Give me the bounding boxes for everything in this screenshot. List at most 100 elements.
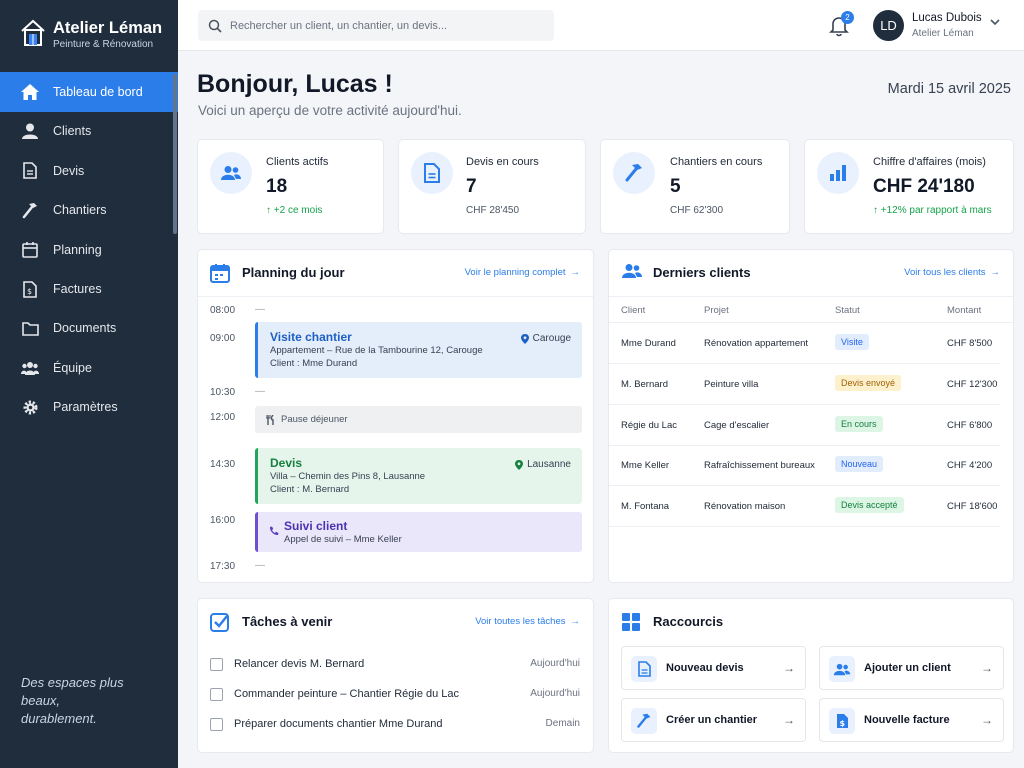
stat-value: 7 xyxy=(466,176,477,197)
shortcut-new-quote[interactable]: Nouveau devis → xyxy=(621,646,806,690)
time-slot: 17:30 xyxy=(210,561,236,572)
brand[interactable]: Atelier Léman Peinture & Rénovation xyxy=(20,18,162,51)
project-name: Peinture villa xyxy=(704,379,759,390)
shortcut-add-client[interactable]: Ajouter un client → xyxy=(819,646,1004,690)
task-checkbox[interactable] xyxy=(210,658,223,671)
stat-value: CHF 24'180 xyxy=(873,176,975,197)
column-header[interactable]: Montant xyxy=(947,305,981,316)
sidebar-item-chantiers[interactable]: Chantiers xyxy=(0,190,178,230)
time-slot: 10:30 xyxy=(210,387,236,398)
event-address: Appartement – Rue de la Tambourine 12, C… xyxy=(270,345,483,356)
hammer-icon xyxy=(631,708,657,734)
amount: CHF 4'200 xyxy=(947,460,993,471)
page-subtitle: Voici un aperçu de votre activité aujour… xyxy=(198,103,462,118)
stat-card-devis[interactable]: Devis en cours 7 CHF 28'450 xyxy=(398,139,586,234)
avatar[interactable]: LD xyxy=(873,10,904,41)
sidebar-item-equipe[interactable]: Équipe xyxy=(0,348,178,388)
stat-label: Devis en cours xyxy=(466,156,539,168)
empty-slot: — xyxy=(255,560,265,571)
chevron-down-icon[interactable] xyxy=(990,19,1000,26)
stat-value: 18 xyxy=(266,176,288,197)
sidebar-item-label: Devis xyxy=(53,163,85,178)
sidebar-item-devis[interactable]: Devis xyxy=(0,151,178,191)
stat-value: 5 xyxy=(670,176,681,197)
sidebar-nav: Tableau de bord Clients Devis Chantiers … xyxy=(0,72,178,427)
task-item[interactable]: Commander peinture – Chantier Régie du L… xyxy=(210,687,580,703)
sidebar-item-dashboard[interactable]: Tableau de bord xyxy=(0,72,178,112)
time-slot: 16:00 xyxy=(210,515,236,526)
utensils-icon xyxy=(266,415,275,425)
gear-icon xyxy=(21,398,39,416)
divider xyxy=(609,404,1000,405)
event-suivi-client[interactable]: Suivi client Appel de suivi – Mme Keller xyxy=(255,512,582,552)
shortcut-label: Ajouter un client xyxy=(864,662,951,674)
status-badge: En cours xyxy=(835,416,883,432)
clients-panel: Derniers clients Voir tous les clients → … xyxy=(608,249,1014,583)
sidebar-item-planning[interactable]: Planning xyxy=(0,230,178,270)
task-due: Aujourd'hui xyxy=(530,688,580,699)
stat-label: Clients actifs xyxy=(266,156,329,168)
sidebar-item-documents[interactable]: Documents xyxy=(0,308,178,348)
project-name: Cage d'escalier xyxy=(704,420,770,431)
sidebar-item-label: Paramètres xyxy=(53,400,118,415)
status-badge: Visite xyxy=(835,334,869,350)
shortcuts-panel: Raccourcis Nouveau devis → Ajouter un cl… xyxy=(608,598,1014,753)
task-item[interactable]: Préparer documents chantier Mme Durand D… xyxy=(210,717,580,733)
search-bar[interactable] xyxy=(198,10,554,41)
hammer-icon xyxy=(21,201,39,219)
status-badge: Devis envoyé xyxy=(835,375,902,391)
sidebar-item-parametres[interactable]: Paramètres xyxy=(0,387,178,427)
divider xyxy=(609,485,1000,486)
client-name: Mme Keller xyxy=(621,460,670,471)
map-pin-icon xyxy=(515,459,527,470)
shortcut-create-site[interactable]: Créer un chantier → xyxy=(621,698,806,742)
users-icon xyxy=(210,152,252,194)
stat-card-revenue[interactable]: Chiffre d'affaires (mois) CHF 24'180 ↑ +… xyxy=(804,139,1014,234)
client-name: Mme Durand xyxy=(621,338,676,349)
event-location: Carouge xyxy=(520,333,571,344)
task-checkbox[interactable] xyxy=(210,688,223,701)
sidebar-item-clients[interactable]: Clients xyxy=(0,111,178,151)
shortcut-new-invoice[interactable]: $ Nouvelle facture → xyxy=(819,698,1004,742)
view-tasks-link[interactable]: Voir toutes les tâches → xyxy=(475,616,580,627)
divider xyxy=(198,296,593,297)
sidebar-item-factures[interactable]: $ Factures xyxy=(0,269,178,309)
task-item[interactable]: Relancer devis M. Bernard Aujourd'hui xyxy=(210,657,580,673)
folder-icon xyxy=(21,319,39,337)
event-title: Devis xyxy=(270,456,303,470)
user-role: Atelier Léman xyxy=(912,28,974,39)
column-header[interactable]: Client xyxy=(621,305,645,316)
hammer-icon xyxy=(613,152,655,194)
arrow-right-icon: → xyxy=(783,713,795,727)
calendar-icon xyxy=(210,263,230,283)
event-client: Client : Mme Durand xyxy=(270,358,358,369)
page-title: Bonjour, Lucas ! xyxy=(197,70,393,98)
event-devis[interactable]: Devis Villa – Chemin des Pins 8, Lausann… xyxy=(255,448,582,504)
sidebar-scrollbar[interactable] xyxy=(173,74,177,234)
grid-icon xyxy=(621,612,641,632)
amount: CHF 8'500 xyxy=(947,338,993,349)
event-visite-chantier[interactable]: Visite chantier Appartement – Rue de la … xyxy=(255,322,582,378)
column-header[interactable]: Projet xyxy=(704,305,729,316)
empty-slot: — xyxy=(255,304,265,315)
home-icon xyxy=(21,83,39,101)
search-input[interactable] xyxy=(230,19,540,32)
user-name[interactable]: Lucas Dubois xyxy=(912,12,982,24)
time-slot: 09:00 xyxy=(210,333,236,344)
shortcut-label: Créer un chantier xyxy=(666,714,758,726)
view-planning-link[interactable]: Voir le planning complet → xyxy=(465,267,580,278)
stat-card-clients[interactable]: Clients actifs 18 ↑ +2 ce mois xyxy=(197,139,384,234)
task-checkbox[interactable] xyxy=(210,718,223,731)
event-client: Client : M. Bernard xyxy=(270,484,350,495)
panel-title: Tâches à venir xyxy=(242,614,333,629)
view-clients-link[interactable]: Voir tous les clients → xyxy=(904,267,1000,278)
svg-text:$: $ xyxy=(839,719,845,728)
amount: CHF 6'800 xyxy=(947,420,993,431)
time-slot: 08:00 xyxy=(210,305,236,316)
event-pause[interactable]: Pause déjeuner xyxy=(255,406,582,433)
event-title: Suivi client xyxy=(284,519,348,533)
sidebar-item-label: Factures xyxy=(53,282,102,297)
column-header[interactable]: Statut xyxy=(835,305,860,316)
stat-card-chantiers[interactable]: Chantiers en cours 5 CHF 62'300 xyxy=(600,139,790,234)
brand-name: Atelier Léman xyxy=(53,19,163,37)
